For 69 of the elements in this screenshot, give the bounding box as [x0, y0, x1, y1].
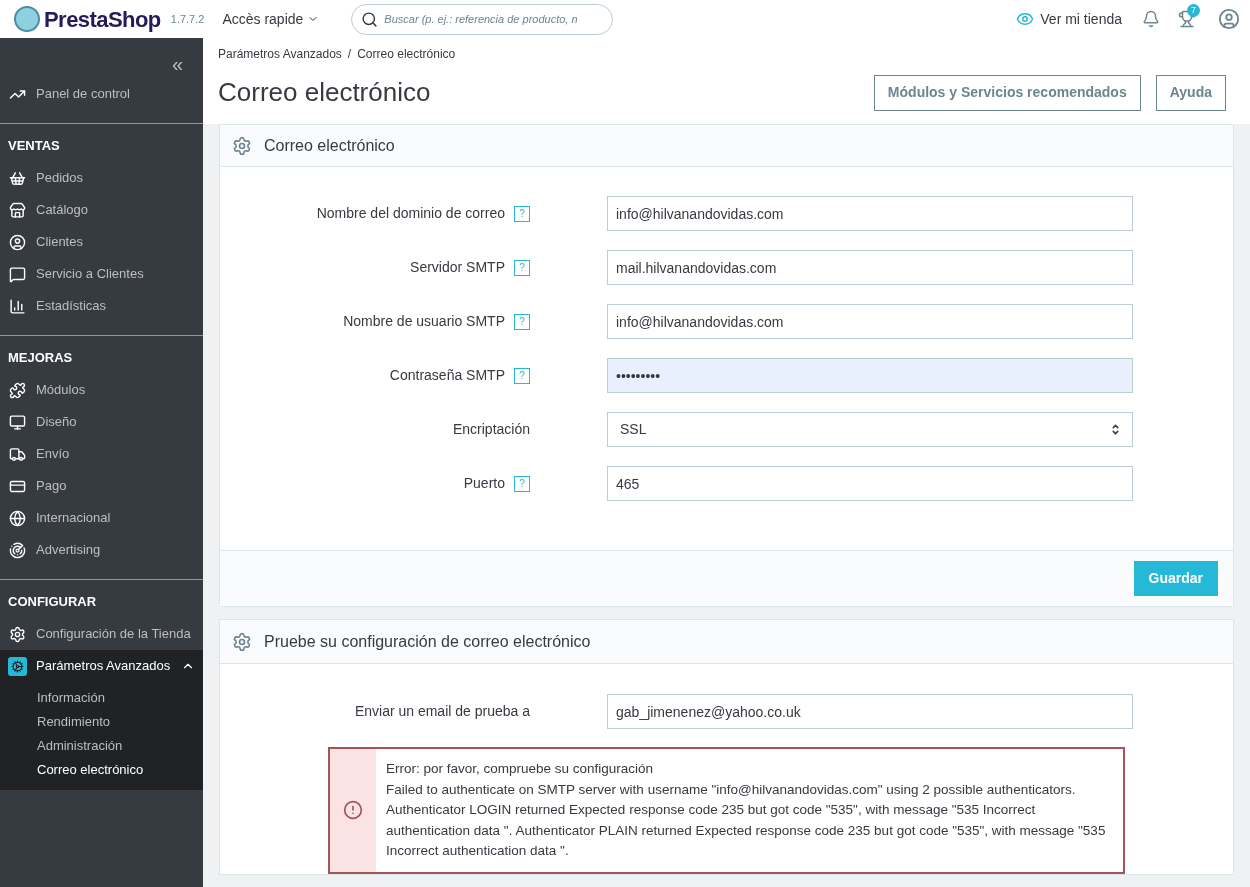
sidebar-item[interactable]: Advertising	[0, 534, 203, 566]
password-field[interactable]: •••••••••	[607, 358, 1133, 393]
breadcrumb-separator: /	[347, 46, 352, 63]
sort-icon	[1111, 422, 1120, 437]
field-label: Servidor SMTP	[410, 258, 505, 277]
sidebar-item[interactable]: Estadísticas	[0, 290, 203, 322]
input-field[interactable]: 465	[607, 466, 1133, 501]
input-field[interactable]: gab_jimenenez@yahoo.co.uk	[607, 694, 1133, 729]
eye-icon	[1016, 10, 1035, 28]
search-icon	[361, 10, 379, 28]
breadcrumb-link[interactable]: Correo electrónico	[357, 45, 456, 63]
gear-square-icon	[8, 656, 27, 676]
sidebar-item[interactable]: Pago	[0, 470, 203, 502]
field-label: Nombre del dominio de correo	[316, 204, 505, 223]
view-store-link[interactable]: Ver mi tienda	[1016, 8, 1122, 30]
submenu-item[interactable]: Administración	[0, 734, 203, 758]
monitor-icon	[8, 412, 27, 432]
submenu-item[interactable]: Información	[0, 686, 203, 710]
panel-title: Pruebe su configuración de correo electrónico	[264, 631, 591, 652]
field-label: Nombre de usuario SMTP	[343, 312, 505, 331]
toolbar-button[interactable]: Ayuda	[1155, 74, 1226, 111]
radar-icon	[8, 540, 27, 560]
sidebar-item[interactable]: Módulos	[0, 374, 203, 406]
error-title: Error: por favor, compruebe su configuración	[386, 760, 655, 778]
logo-icon	[14, 6, 40, 32]
chat-icon	[8, 264, 27, 284]
field-label: Puerto	[463, 474, 505, 493]
section-heading: CONFIGURAR	[7, 593, 98, 611]
search-field[interactable]: Buscar (p. ej.: referencia de producto, n	[351, 3, 614, 35]
notification-badge: 7	[1187, 4, 1200, 17]
select-field[interactable]: SSL	[607, 412, 1133, 447]
input-field[interactable]: info@hilvanandovidas.com	[607, 196, 1133, 231]
store-icon	[8, 200, 27, 220]
page-title: Correo electrónico	[218, 76, 431, 109]
version-label: 1.7.7.2	[170, 11, 205, 27]
section-heading: VENTAS	[7, 137, 61, 155]
globe-icon	[8, 508, 27, 528]
gear-icon	[8, 624, 27, 644]
user-icon	[8, 232, 27, 252]
sidebar-item[interactable]: Diseño	[0, 406, 203, 438]
field-label: Contraseña SMTP	[389, 366, 505, 385]
error-message: Failed to authenticate on SMTP server with username "info@hilvanandovidas.com" using 2 possible authenticators. Authenticator LOGIN returned Expected response code 235 but got code "535", with message "535 Incorrect authentication data ". Authenticator PLAIN returned Expected response code 235 but got code "535", with message "535 Incorrect authentication data ".	[386, 780, 1107, 860]
gear-icon	[232, 631, 252, 652]
collapse-button[interactable]: «	[171, 50, 183, 78]
bell-icon[interactable]	[1142, 10, 1160, 28]
quick-access-menu[interactable]: Accès rapide	[222, 8, 320, 30]
sidebar-item[interactable]: Envío	[0, 438, 203, 470]
sidebar-item[interactable]: Configuración de la Tienda	[0, 618, 203, 650]
puzzle-icon	[8, 380, 27, 400]
sidebar-item[interactable]: Internacional	[0, 502, 203, 534]
breadcrumb-link[interactable]: Parámetros Avanzados	[218, 45, 342, 63]
sidebar-item[interactable]: Catálogo	[0, 194, 203, 226]
alert-icon	[343, 800, 363, 821]
logo[interactable]: PrestaShop	[44, 2, 161, 36]
panel-title: Correo electrónico	[264, 135, 395, 156]
submenu-item[interactable]: Rendimiento	[0, 710, 203, 734]
field-label: Encriptación	[452, 420, 530, 439]
sidebar-item[interactable]: Servicio a Clientes	[0, 258, 203, 290]
toolbar-button[interactable]: Módulos y Servicios recomendados	[873, 74, 1141, 111]
section-heading: MEJORAS	[7, 349, 74, 367]
sidebar-item[interactable]: Panel de control	[0, 78, 203, 110]
account-icon[interactable]	[1218, 8, 1240, 30]
input-field[interactable]: info@hilvanandovidas.com	[607, 304, 1133, 339]
gear-icon	[232, 135, 252, 156]
submenu-item[interactable]: Correo electrónico	[0, 758, 203, 782]
sidebar-item[interactable]: Clientes	[0, 226, 203, 258]
sidebar-item[interactable]: Pedidos	[0, 162, 203, 194]
input-field[interactable]: mail.hilvanandovidas.com	[607, 250, 1133, 285]
field-label: Enviar un email de prueba a	[354, 702, 530, 721]
